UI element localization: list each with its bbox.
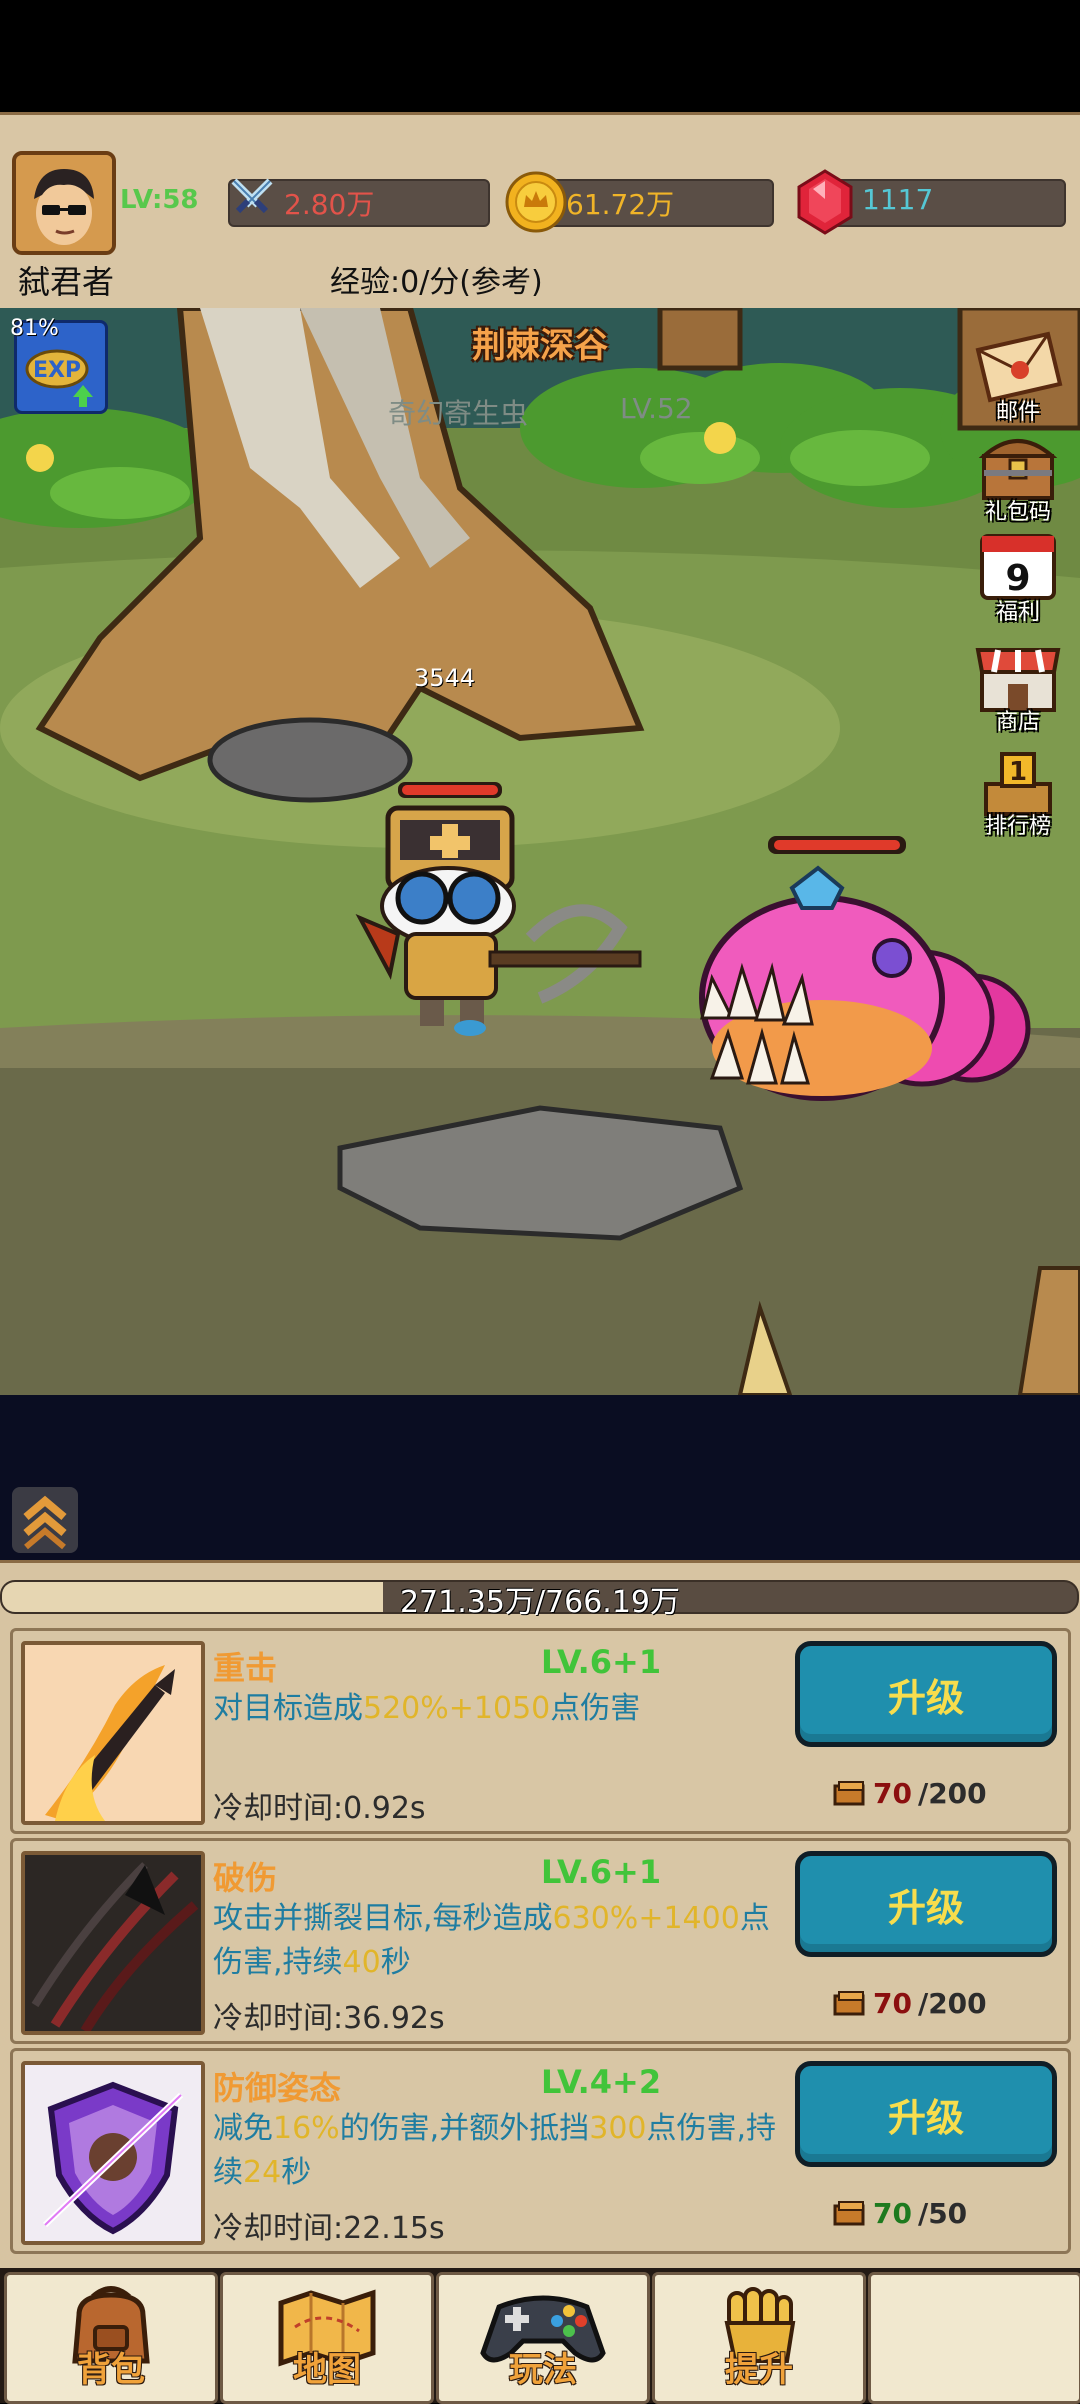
book-icon <box>833 1990 865 2015</box>
bottom-navigation: 背包 地图 玩法 提升 <box>0 2268 1080 2404</box>
player-avatar[interactable] <box>12 151 116 255</box>
skill-level: LV.6+1 <box>541 1853 662 1891</box>
gem-value: 1117 <box>862 183 934 216</box>
nav-backpack-label: 背包 <box>77 2350 145 2390</box>
skill-description: 减免16%的伤害,并额外抵挡300点伤害,持续24秒 <box>213 2111 777 2190</box>
upgrade-cost: 70/50 <box>833 2197 967 2230</box>
power-value: 2.80万 <box>284 188 375 221</box>
nav-gameplay[interactable]: 玩法 <box>436 2272 650 2404</box>
skill-icon-frame <box>21 2061 205 2245</box>
gold-value: 61.72万 <box>566 188 675 221</box>
skill-cooldown: 冷却时间:36.92s <box>213 2001 445 2036</box>
book-icon <box>833 1780 865 1805</box>
nav-upgrade-label: 提升 <box>725 2350 793 2390</box>
battle-scene: 荆棘深谷 奇幻寄生虫 LV.52 3544 EXP 81% 邮件 礼包码 9 福… <box>0 308 1080 1395</box>
upgrade-button[interactable]: 升级 <box>795 1851 1057 1957</box>
svg-text:EXP: EXP <box>33 358 81 383</box>
damage-number: 3544 <box>414 664 476 692</box>
skill-card-heavy-strike: 重击 LV.6+1 对目标造成520%+1050点伤害 冷却时间:0.92s 升… <box>10 1628 1071 1834</box>
welfare-button[interactable]: 9 福利 <box>968 526 1068 625</box>
nav-gameplay-label: 玩法 <box>509 2350 577 2390</box>
skill-name: 破伤 <box>213 1859 278 1897</box>
welfare-label: 福利 <box>995 600 1040 625</box>
crossed-swords-icon <box>228 175 276 223</box>
exp-boost-percent: 81% <box>10 316 59 341</box>
nav-empty-slot[interactable] <box>868 2272 1080 2404</box>
nav-backpack[interactable]: 背包 <box>4 2272 218 2404</box>
skill-icon-frame <box>21 1641 205 1825</box>
skill-panel-header <box>0 1395 1080 1560</box>
skill-cooldown: 冷却时间:0.92s <box>213 1791 426 1826</box>
upgrade-cost: 70/200 <box>833 1987 987 2020</box>
cost-need: /200 <box>917 1777 987 1810</box>
stage-location: 荆棘深谷 <box>472 326 608 366</box>
chevron-up-icon <box>23 1495 67 1550</box>
enemy-parasite <box>699 836 1031 1101</box>
claw-slash-icon <box>25 1855 201 2031</box>
shield-icon <box>25 2065 201 2241</box>
ranking-label: 排行榜 <box>984 814 1051 839</box>
welfare-badge: 9 <box>1005 558 1030 599</box>
shop-label: 商店 <box>995 710 1040 735</box>
skill-name: 防御姿态 <box>213 2069 342 2107</box>
skill-level: LV.4+2 <box>541 2063 662 2101</box>
hero-character <box>355 782 642 1036</box>
upgrade-cost: 70/200 <box>833 1777 987 1810</box>
skill-name: 重击 <box>213 1649 278 1687</box>
cost-need: /50 <box>917 2197 968 2230</box>
exp-rate-text: 经验:0/分(参考) <box>330 265 543 300</box>
player-level: LV:58 <box>120 185 199 215</box>
mail-label: 邮件 <box>995 400 1040 425</box>
cost-have: 70 <box>873 2197 912 2230</box>
enemy-name: 奇幻寄生虫 <box>388 397 529 430</box>
nav-map-label: 地图 <box>293 2350 361 2390</box>
collapse-panel-button[interactable] <box>12 1487 78 1553</box>
gift-code-button[interactable]: 礼包码 <box>968 426 1068 525</box>
mail-button[interactable]: 邮件 <box>968 326 1068 425</box>
upgrade-button[interactable]: 升级 <box>795 2061 1057 2167</box>
flame-blade-icon <box>25 1645 201 1821</box>
cost-need: /200 <box>917 1987 987 2020</box>
cost-have: 70 <box>873 1987 912 2020</box>
upgrade-button[interactable]: 升级 <box>795 1641 1057 1747</box>
gold-coin-icon <box>505 171 567 233</box>
top-status-bar: LV:58 弑君者 2.80万 61.72万 1117 经验:0/分(参考) <box>0 112 1080 314</box>
skill-card-defense-stance: 防御姿态 LV.4+2 减免16%的伤害,并额外抵挡300点伤害,持续24秒 冷… <box>10 2048 1071 2254</box>
ranking-badge: 1 <box>1009 757 1027 787</box>
ranking-button[interactable]: 1 排行榜 <box>968 740 1068 839</box>
player-name: 弑君者 <box>18 263 115 301</box>
cost-have: 70 <box>873 1777 912 1810</box>
skill-description: 攻击并撕裂目标,每秒造成630%+1400点伤害,持续40秒 <box>213 1901 770 1980</box>
skill-cooldown: 冷却时间:22.15s <box>213 2211 445 2246</box>
skill-icon-frame <box>21 1851 205 2035</box>
skill-level: LV.6+1 <box>541 1643 662 1681</box>
nav-upgrade[interactable]: 提升 <box>652 2272 866 2404</box>
book-icon <box>833 2200 865 2225</box>
shop-button[interactable]: 商店 <box>968 636 1068 735</box>
ruby-gem-icon <box>795 169 855 235</box>
skill-description: 对目标造成520%+1050点伤害 <box>213 1691 641 1726</box>
exp-progress-text: 271.35万/766.19万 <box>399 1585 681 1620</box>
skill-panel: 271.35万/766.19万 重击 LV.6+1 对目标造成520%+1050… <box>0 1560 1080 2271</box>
gift-code-label: 礼包码 <box>984 500 1051 525</box>
enemy-level: LV.52 <box>620 392 693 425</box>
nav-map[interactable]: 地图 <box>220 2272 434 2404</box>
skill-card-rend: 破伤 LV.6+1 攻击并撕裂目标,每秒造成630%+1400点伤害,持续40秒… <box>10 1838 1071 2044</box>
